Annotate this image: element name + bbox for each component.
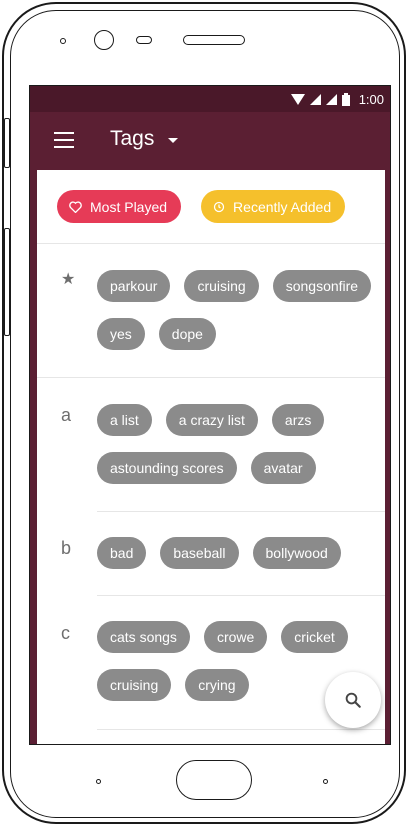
section-starred: ★ parkour cruising songsonfire yes dope (37, 245, 385, 378)
wifi-icon (290, 93, 305, 105)
back-key[interactable] (96, 779, 101, 784)
section-header-b: b (61, 538, 72, 558)
tag-chip[interactable]: yes (97, 318, 145, 350)
search-fab[interactable] (325, 672, 381, 728)
proximity-sensor (136, 36, 152, 44)
tag-chip[interactable]: dope (158, 318, 216, 350)
section-b: b bad baseball bollywood (37, 512, 385, 596)
tag-chip[interactable]: songsonfire (272, 270, 372, 302)
toolbar-title: Tags (110, 127, 155, 150)
recently-added-chip[interactable]: Recently Added (201, 190, 346, 223)
front-camera (94, 30, 114, 50)
tag-chip[interactable]: avatar (250, 452, 316, 484)
section-divider (97, 729, 385, 730)
signal-icon (309, 93, 321, 105)
heart-icon (69, 200, 82, 213)
tag-chip[interactable]: bad (97, 537, 147, 569)
tags-dropdown[interactable]: Tags (110, 127, 179, 151)
tag-chip[interactable]: arzs (271, 404, 325, 436)
battery-icon (341, 92, 350, 106)
recents-key[interactable] (323, 779, 328, 784)
tag-chip[interactable]: astounding scores (97, 452, 237, 484)
search-icon (345, 692, 361, 708)
section-header-star: ★ (61, 271, 76, 288)
filter-row: Most Played Recently Added (37, 170, 385, 244)
power-button (4, 118, 10, 168)
caret-down-icon (168, 138, 179, 143)
toolbar: Tags (30, 112, 390, 170)
home-button[interactable] (176, 760, 252, 800)
tags-list: Most Played Recently Added ★ parkour cru… (37, 170, 385, 744)
tag-chip[interactable]: cruising (184, 270, 259, 302)
tag-chip[interactable]: bollywood (252, 537, 341, 569)
menu-icon[interactable] (54, 132, 74, 148)
status-bar: 1:00 (30, 86, 390, 112)
status-time: 1:00 (358, 91, 384, 107)
earpiece (183, 35, 245, 45)
tag-chip[interactable]: cruising (97, 669, 172, 701)
section-a: a a list a crazy list arzs astounding sc… (37, 378, 385, 512)
screen: 1:00 Tags Most Played Recently Added ★ p… (29, 85, 391, 745)
most-played-chip[interactable]: Most Played (57, 190, 182, 223)
most-played-label: Most Played (90, 198, 168, 215)
tag-chip[interactable]: a crazy list (165, 404, 258, 436)
clock-icon (213, 201, 225, 212)
tag-chip[interactable]: parkour (97, 270, 171, 302)
tag-chip[interactable]: crying (185, 669, 249, 701)
tag-chip[interactable]: cats songs (97, 621, 190, 653)
tag-chip[interactable]: baseball (160, 537, 239, 569)
signal-icon-2 (325, 93, 337, 105)
section-header-a: a (61, 405, 72, 425)
recently-added-label: Recently Added (233, 198, 332, 215)
tag-chip[interactable]: crowe (203, 621, 268, 653)
tag-chip[interactable]: a list (97, 404, 152, 436)
tag-chip[interactable]: cricket (281, 621, 348, 653)
sensor-dot (60, 38, 66, 44)
section-header-c: c (61, 623, 70, 643)
volume-button (4, 228, 10, 336)
